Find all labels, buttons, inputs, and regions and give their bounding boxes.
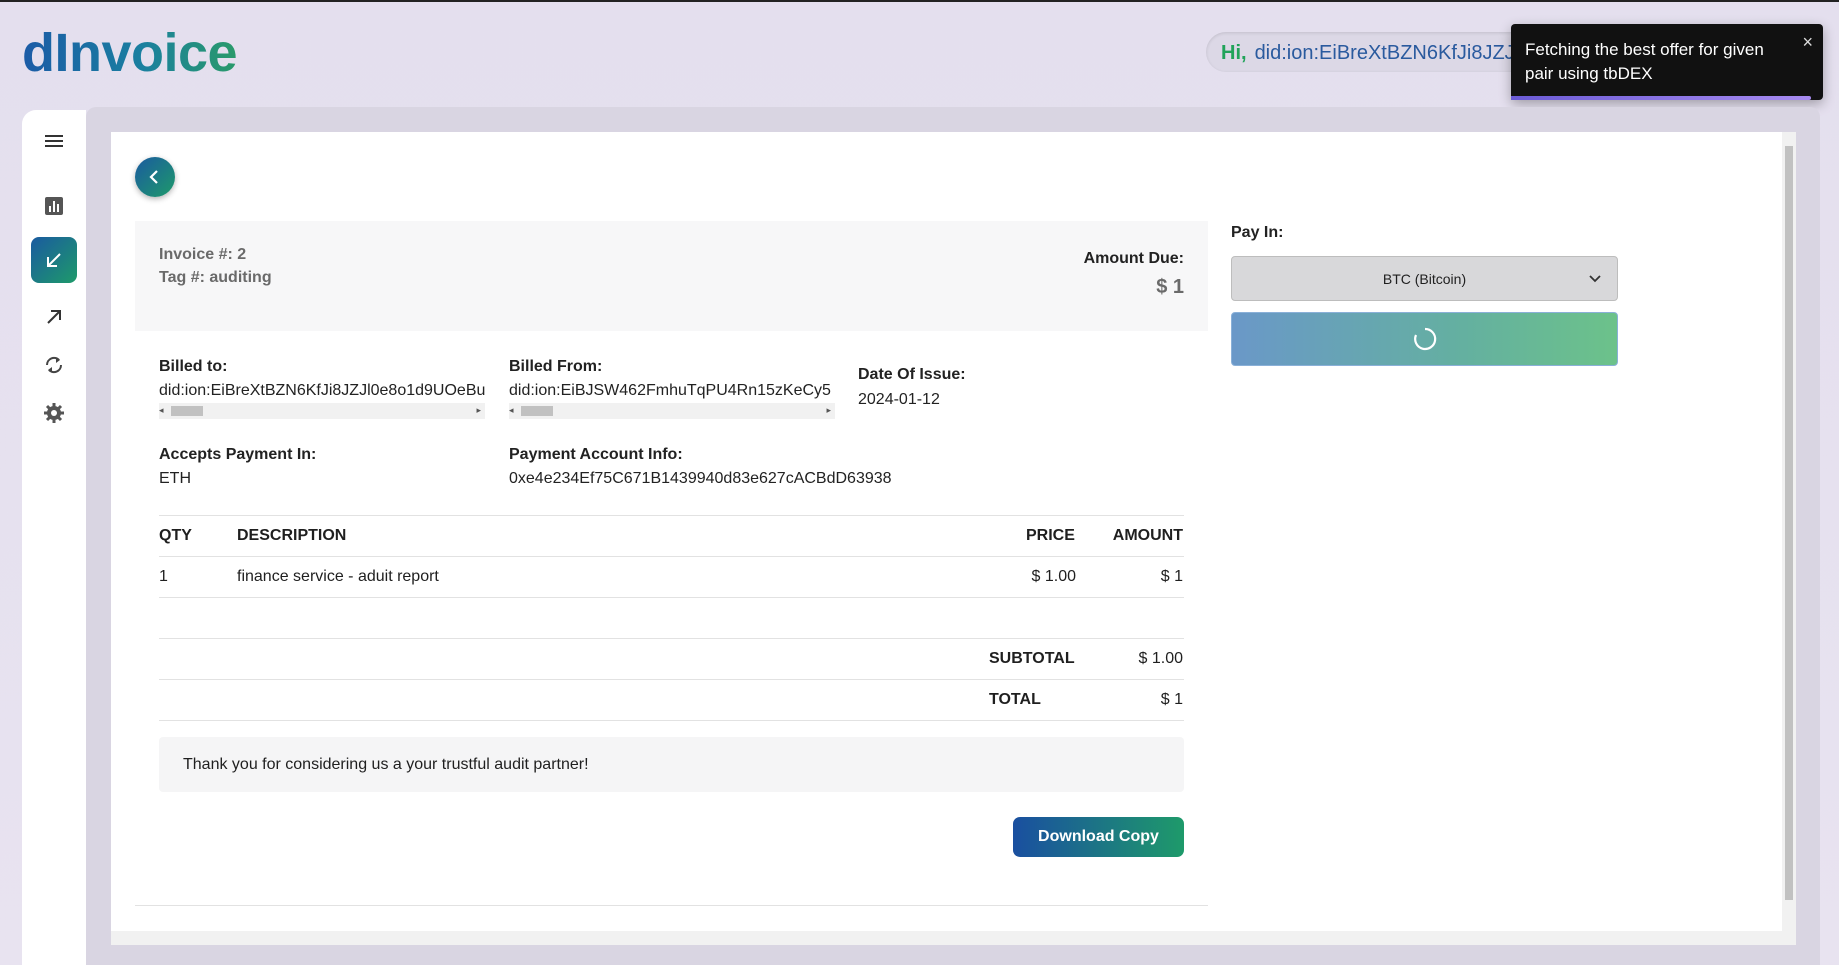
col-header-price: PRICE	[1026, 527, 1075, 544]
total-label: TOTAL	[989, 691, 1041, 708]
toast-close-icon[interactable]: ×	[1802, 30, 1813, 54]
amount-due-value: $ 1	[1156, 276, 1184, 298]
row-price: $ 1.00	[1031, 568, 1076, 585]
app-logo: dInvoice	[22, 23, 238, 83]
currency-select-value: BTC (Bitcoin)	[1382, 270, 1467, 287]
billed-to-label: Billed to:	[159, 358, 228, 375]
arrow-up-right-icon[interactable]	[31, 294, 77, 340]
date-of-issue-label: Date Of Issue:	[858, 366, 966, 383]
row-qty: 1	[159, 568, 168, 585]
total-value: $ 1	[1160, 691, 1183, 708]
col-header-amount: AMOUNT	[1112, 527, 1183, 544]
chevron-down-icon	[1589, 275, 1601, 283]
divider	[159, 679, 1184, 680]
divider	[159, 638, 1184, 639]
toast-progress-bar	[1511, 96, 1811, 100]
payment-account-label: Payment Account Info:	[509, 446, 683, 463]
subtotal-label: SUBTOTAL	[989, 650, 1075, 667]
subtotal-value: $ 1.00	[1138, 650, 1183, 667]
sidebar-item-received[interactable]	[31, 237, 77, 283]
download-copy-button[interactable]: Download Copy	[1013, 817, 1184, 857]
pay-in-label: Pay In:	[1231, 224, 1284, 241]
row-description: finance service - aduit report	[237, 568, 439, 585]
billed-from-value: did:ion:EiBJSW462FmhuTqPU4Rn15zKeCy5	[509, 382, 831, 399]
invoice-tag: Tag #: auditing	[159, 269, 272, 286]
row-amount: $ 1	[1160, 568, 1183, 585]
divider	[159, 515, 1184, 516]
arrow-down-left-icon	[47, 253, 61, 267]
gear-icon[interactable]	[31, 390, 77, 436]
payment-account-value: 0xe4e234Ef75C671B1439940d83e627cACBdD639…	[509, 470, 892, 487]
accepts-payment-label: Accepts Payment In:	[159, 446, 317, 463]
horizontal-scrollbar[interactable]	[111, 931, 1782, 945]
divider	[159, 597, 1184, 598]
accepts-payment-value: ETH	[159, 470, 191, 487]
greeting-hi: Hi,	[1221, 42, 1247, 64]
billed-to-scrollbar[interactable]: ◂ ▸	[159, 403, 485, 419]
divider	[159, 556, 1184, 557]
invoice-number: Invoice #: 2	[159, 246, 247, 263]
amount-due-label: Amount Due:	[1083, 250, 1184, 267]
sidebar	[22, 110, 86, 965]
currency-select[interactable]: BTC (Bitcoin)	[1231, 256, 1618, 301]
toast-notification: Fetching the best offer for given pair u…	[1511, 24, 1823, 100]
billed-from-scrollbar[interactable]: ◂ ▸	[509, 403, 835, 419]
divider	[159, 720, 1184, 721]
billed-to-value: did:ion:EiBreXtBZN6KfJi8JZJl0e8o1d9UOeBu	[159, 382, 485, 399]
invoice-header: Invoice #: 2 Tag #: auditing Amount Due:…	[135, 221, 1208, 331]
chevron-left-icon	[149, 170, 158, 184]
menu-icon[interactable]	[31, 118, 77, 164]
toast-message: Fetching the best offer for given pair u…	[1525, 40, 1764, 83]
invoice-note: Thank you for considering us a your trus…	[159, 737, 1184, 792]
loading-spinner-icon	[1413, 327, 1436, 351]
back-button[interactable]	[135, 157, 175, 197]
billed-from-label: Billed From:	[509, 358, 603, 375]
sync-icon[interactable]	[31, 342, 77, 388]
chart-icon[interactable]	[31, 183, 77, 229]
col-header-description: DESCRIPTION	[237, 527, 347, 544]
pay-button[interactable]	[1231, 312, 1618, 366]
divider	[135, 905, 1208, 906]
date-of-issue-value: 2024-01-12	[858, 391, 940, 408]
vertical-scrollbar[interactable]	[1782, 132, 1796, 945]
col-header-qty: QTY	[159, 527, 192, 544]
